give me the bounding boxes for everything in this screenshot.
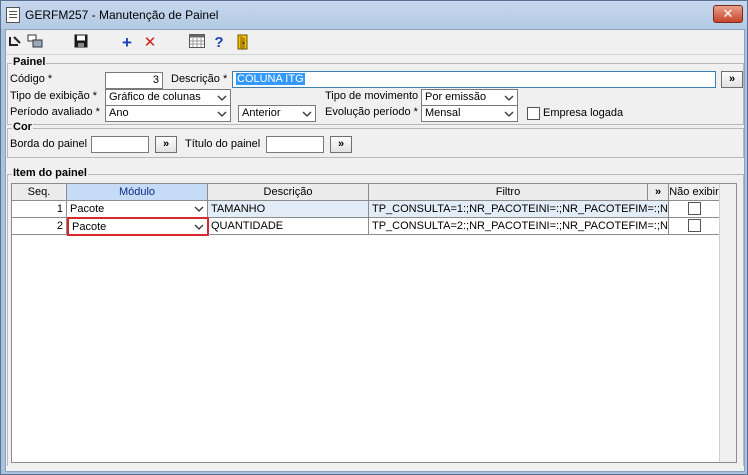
nao-exibir-checkbox[interactable]: [688, 219, 701, 232]
cor-legend: Cor: [12, 121, 33, 133]
borda-color-field[interactable]: [91, 136, 149, 153]
painel-group: Painel Código * 3 Descrição * COLUNA ITG…: [7, 56, 744, 125]
titulo-color-button[interactable]: »: [330, 136, 352, 153]
periodo-ref-value: Anterior: [242, 107, 281, 119]
descricao-label: Descrição *: [171, 73, 228, 85]
delete-icon[interactable]: ✕: [141, 34, 159, 52]
evolucao-label: Evolução período *: [325, 106, 418, 118]
borda-label: Borda do painel: [10, 138, 88, 150]
client-area: + ✕ ? Painel Código * 3 Descrição * COLU…: [5, 29, 745, 472]
window-title: GERFM257 - Manutenção de Painel: [25, 8, 219, 22]
chevron-down-icon: [504, 111, 514, 117]
evolucao-value: Mensal: [425, 107, 461, 119]
toolbar-separator: [6, 54, 744, 55]
close-button[interactable]: ✕: [713, 5, 743, 23]
tipo-exibicao-value: Gráfico de colunas: [109, 91, 201, 103]
evolucao-select[interactable]: Mensal: [421, 105, 518, 122]
cell-modulo-active[interactable]: Pacote: [67, 217, 209, 236]
add-icon[interactable]: +: [118, 34, 136, 52]
chevron-down-icon: [504, 95, 514, 101]
col-header-nao-exibir[interactable]: Não exibir: [669, 184, 720, 201]
chevron-down-icon: [194, 206, 204, 212]
chevron-down-icon: [194, 224, 204, 230]
cell-seq[interactable]: 1: [12, 201, 67, 218]
status-bar: [6, 466, 744, 471]
chevron-down-icon: [217, 95, 227, 101]
cell-modulo-value: Pacote: [70, 203, 105, 215]
cell-descricao[interactable]: QUANTIDADE: [208, 218, 369, 235]
tipo-movimento-label: Tipo de movimento: [325, 90, 419, 102]
cell-descricao[interactable]: TAMANHO: [208, 201, 369, 218]
item-grid: Seq. Módulo Descrição Filtro » Não exibi…: [11, 183, 737, 463]
periodo-label: Período avaliado *: [10, 106, 100, 118]
descricao-lookup-button[interactable]: »: [721, 71, 743, 88]
tipo-exibicao-select[interactable]: Gráfico de colunas: [105, 89, 231, 106]
periodo-select[interactable]: Ano: [105, 105, 231, 122]
cell-modulo-value: Pacote: [72, 221, 107, 233]
titulo-color-field[interactable]: [266, 136, 324, 153]
periodo-value: Ano: [109, 107, 129, 119]
tipo-movimento-value: Por emissão: [425, 91, 487, 103]
save-icon[interactable]: [72, 34, 90, 52]
col-header-modulo[interactable]: Módulo: [67, 184, 208, 201]
cell-nao-exibir: [669, 201, 720, 218]
app-icon: [6, 7, 20, 23]
toolbar: + ✕ ?: [6, 30, 744, 56]
col-header-descricao[interactable]: Descrição: [208, 184, 369, 201]
painel-legend: Painel: [12, 56, 47, 68]
exit-icon[interactable]: [234, 34, 252, 52]
cell-seq[interactable]: 2: [12, 218, 67, 235]
help-icon[interactable]: ?: [210, 34, 228, 52]
title-bar: GERFM257 - Manutenção de Painel ✕: [1, 1, 747, 29]
calendar-icon[interactable]: [188, 34, 206, 52]
codigo-label: Código *: [10, 73, 53, 85]
cor-group: Cor Borda do painel » Título do painel »: [7, 121, 744, 158]
tipo-exibicao-label: Tipo de exibição *: [10, 90, 98, 102]
app-window: GERFM257 - Manutenção de Painel ✕ + ✕ ?: [0, 0, 748, 475]
item-legend: Item do painel: [12, 167, 88, 179]
cell-filtro[interactable]: TP_CONSULTA=2:;NR_PACOTEINI=:;NR_PACOTEF…: [369, 218, 669, 235]
titulo-label: Título do painel: [185, 138, 261, 150]
chevron-down-icon: [217, 111, 227, 117]
codigo-field[interactable]: 3: [105, 72, 163, 89]
col-expand-button[interactable]: »: [648, 184, 669, 201]
col-header-filtro[interactable]: Filtro: [369, 184, 648, 201]
descricao-field[interactable]: COLUNA ITG: [232, 71, 716, 88]
tipo-movimento-select[interactable]: Por emissão: [421, 89, 518, 106]
cell-filtro[interactable]: TP_CONSULTA=1:;NR_PACOTEINI=:;NR_PACOTEF…: [369, 201, 669, 218]
empresa-logada-label: Empresa logada: [543, 107, 624, 119]
col-header-seq[interactable]: Seq.: [12, 184, 67, 201]
descricao-selected-text: COLUNA ITG: [236, 73, 305, 85]
borda-color-button[interactable]: »: [155, 136, 177, 153]
chevron-down-icon: [302, 111, 312, 117]
periodo-ref-select[interactable]: Anterior: [238, 105, 316, 122]
back-icon[interactable]: [6, 34, 24, 52]
cell-modulo[interactable]: Pacote: [67, 201, 208, 218]
windows-icon[interactable]: [26, 34, 44, 52]
vertical-scrollbar[interactable]: [719, 184, 736, 462]
nao-exibir-checkbox[interactable]: [688, 202, 701, 215]
empresa-logada-checkbox[interactable]: [527, 107, 540, 120]
cell-nao-exibir: [669, 218, 720, 235]
